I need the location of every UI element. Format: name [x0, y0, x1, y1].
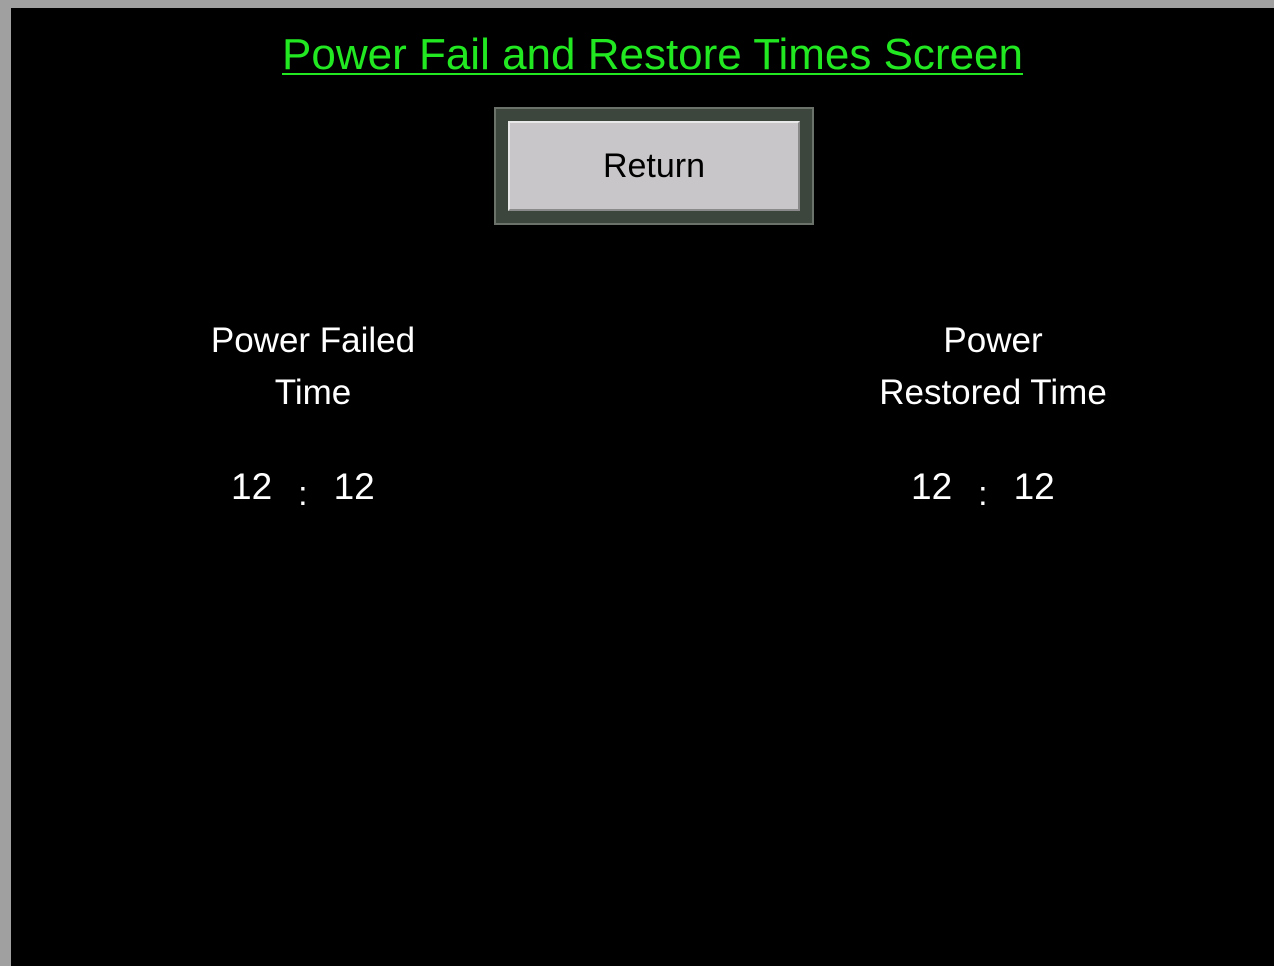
power-failed-label-line2: Time: [274, 373, 352, 412]
power-failed-minutes: 12: [333, 466, 375, 507]
power-restored-separator: :: [978, 475, 988, 513]
power-failed-hours: 12: [231, 466, 273, 507]
power-failed-label-line1: Power Failed: [210, 321, 416, 360]
power-restored-time-value: 12:12: [911, 466, 1055, 513]
return-button-label: Return: [602, 146, 706, 185]
power-restored-time-label: Power Restored Time: [843, 315, 1143, 419]
return-button[interactable]: Return: [494, 107, 814, 225]
power-restored-label-line2: Restored Time: [879, 373, 1107, 412]
power-restored-label-line1: Power: [943, 321, 1043, 360]
power-failed-time-value: 12:12: [231, 466, 375, 513]
power-restored-hours: 12: [911, 466, 953, 507]
power-failed-separator: :: [298, 475, 308, 513]
return-button-face[interactable]: Return: [508, 121, 800, 211]
page-title: Power Fail and Restore Times Screen: [282, 30, 1023, 79]
power-restored-minutes: 12: [1013, 466, 1055, 507]
hmi-frame: Power Fail and Restore Times Screen Retu…: [0, 0, 1274, 966]
power-failed-time-label: Power Failed Time: [163, 315, 463, 419]
hmi-screen: Power Fail and Restore Times Screen Retu…: [11, 8, 1274, 966]
